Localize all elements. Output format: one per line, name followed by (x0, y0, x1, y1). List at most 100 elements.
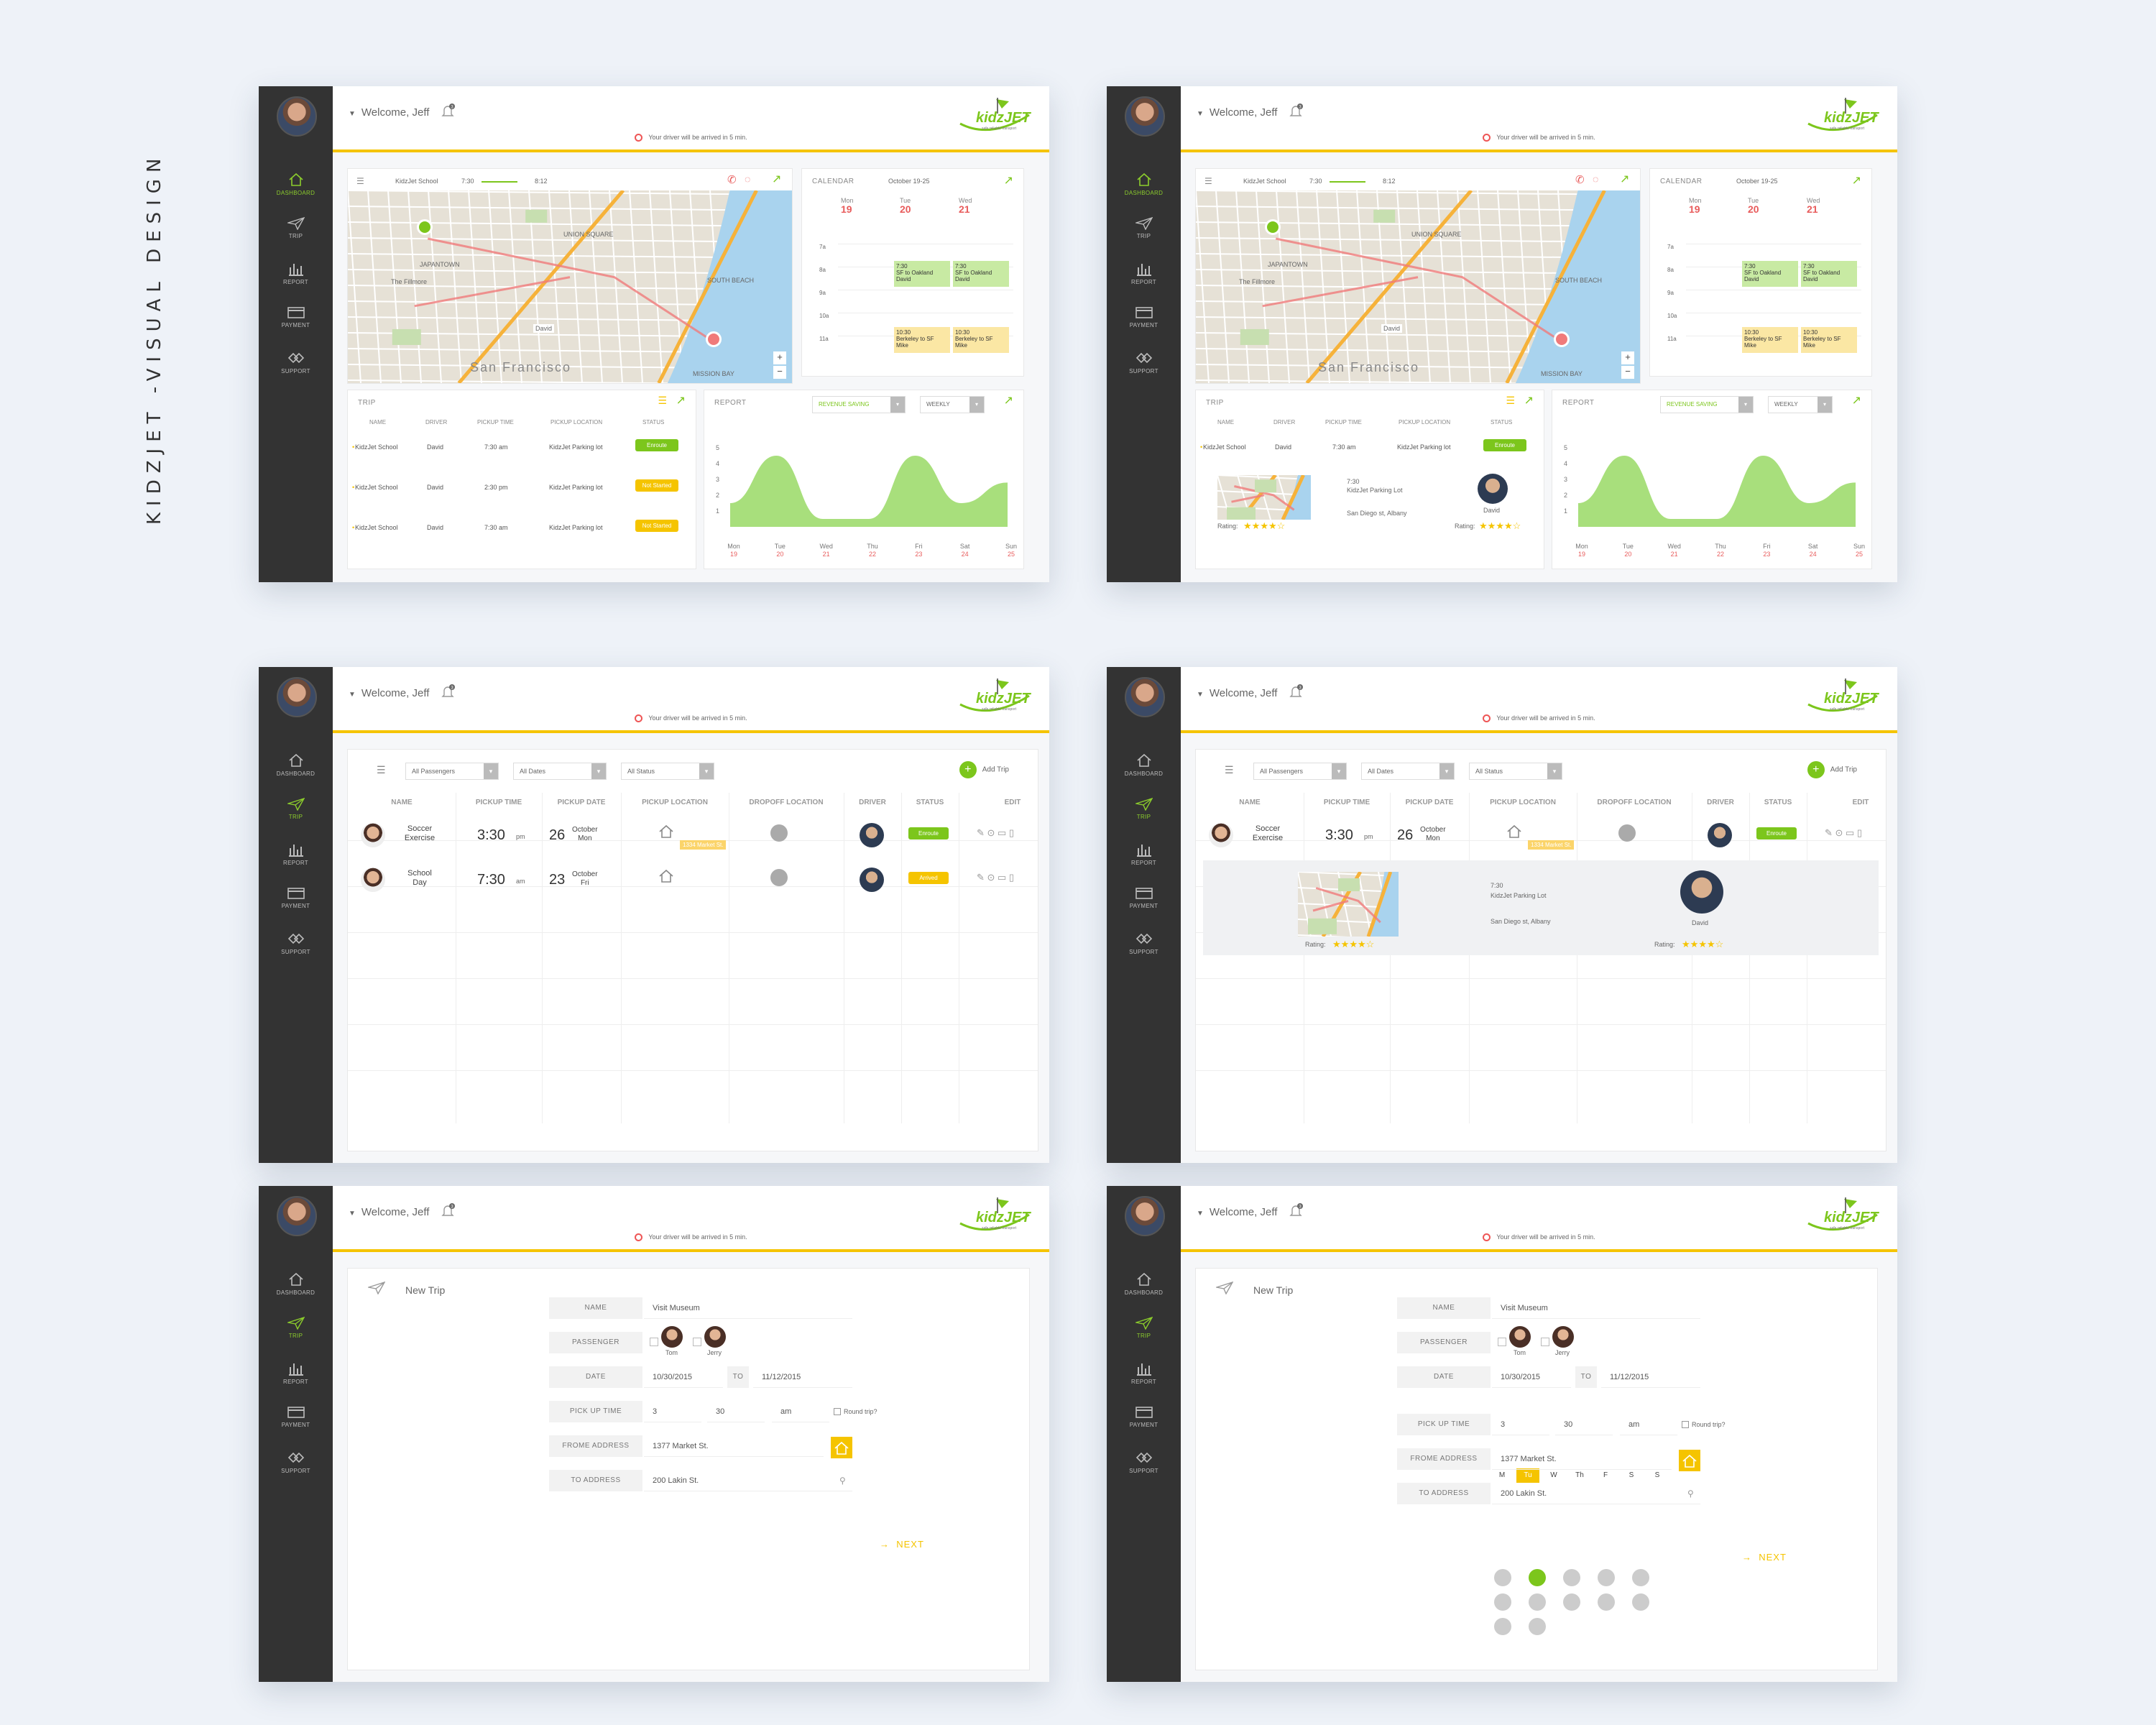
calendar-event[interactable]: 7:30 SF to Oakland David (1801, 261, 1857, 287)
sidebar-item-dashboard[interactable]: DASHBOARD (259, 753, 333, 792)
passenger-checkbox[interactable] (693, 1338, 701, 1346)
sidebar-item-dashboard[interactable]: DASHBOARD (259, 172, 333, 211)
welcome-menu[interactable]: ▼ Welcome, Jeff (349, 1206, 429, 1218)
expand-icon[interactable]: ↗ (772, 172, 781, 186)
expand-icon[interactable]: ↗ (676, 393, 686, 408)
sidebar-item-report[interactable]: REPORT (1107, 842, 1181, 881)
filter-dropdown[interactable]: All Status (621, 763, 714, 780)
time-slider[interactable] (1330, 181, 1365, 183)
add-trip-button[interactable]: + Add Trip (1807, 761, 1857, 778)
table-row[interactable]: • KidzJet School David 2:30 pm KidzJet P… (348, 472, 696, 504)
edit-icon[interactable]: ✎ ⊙ ▭ ▯ (977, 827, 1014, 839)
weekday-chip[interactable]: S (1620, 1468, 1643, 1483)
bell-icon[interactable]: 3 (441, 104, 456, 119)
sidebar-item-dashboard[interactable]: DASHBOARD (1107, 172, 1181, 211)
bell-icon[interactable]: 3 (1289, 104, 1304, 119)
expand-icon[interactable]: ↗ (1852, 393, 1861, 408)
zoom-out-button[interactable]: − (773, 366, 786, 379)
minute-select[interactable]: 30 (707, 1401, 765, 1422)
expand-icon[interactable]: ↗ (1524, 393, 1534, 408)
home-button[interactable] (1679, 1450, 1700, 1471)
welcome-menu[interactable]: ▼ Welcome, Jeff (349, 106, 429, 119)
calendar-event[interactable]: 10:30 Berkeley to SF Mike (1742, 327, 1798, 353)
zoom-in-button[interactable]: + (1621, 351, 1634, 364)
filter-icon[interactable]: ☰ (1204, 176, 1212, 186)
name-input[interactable]: Visit Museum (644, 1297, 852, 1319)
weekday-chip[interactable]: W (1542, 1468, 1565, 1483)
route-map[interactable]: The Fillmore San Francisco SOUTH BEACH U… (348, 190, 792, 383)
filter-dropdown[interactable]: All Passengers (405, 763, 499, 780)
place-type-icon[interactable] (1529, 1593, 1546, 1611)
time-slider[interactable] (482, 181, 517, 183)
calendar-event[interactable]: 7:30 SF to Oakland David (953, 261, 1009, 287)
sidebar-item-support[interactable]: SUPPORT (1107, 351, 1181, 390)
sidebar-item-payment[interactable]: PAYMENT (259, 306, 333, 345)
passenger-checkbox[interactable] (1541, 1338, 1549, 1346)
calendar-event[interactable]: 7:30 SF to Oakland David (894, 261, 950, 287)
series-dropdown[interactable]: REVENUE SAVING (1660, 396, 1754, 413)
place-type-icon[interactable] (1529, 1618, 1546, 1635)
table-row[interactable]: • KidzJet School David 7:30 am KidzJet P… (1196, 432, 1544, 464)
bell-icon[interactable]: 3 (1289, 684, 1304, 700)
place-type-icon[interactable] (1632, 1569, 1649, 1586)
sidebar-item-trip[interactable]: TRIP (1107, 1317, 1181, 1356)
sidebar-item-payment[interactable]: PAYMENT (1107, 306, 1181, 345)
expand-icon[interactable]: ↗ (1004, 393, 1013, 408)
sidebar-item-dashboard[interactable]: DASHBOARD (1107, 753, 1181, 792)
table-row[interactable]: • KidzJet School David 7:30 am KidzJet P… (348, 512, 696, 544)
edit-icon[interactable]: ✎ ⊙ ▭ ▯ (1825, 827, 1862, 839)
place-type-icon[interactable] (1598, 1569, 1615, 1586)
chat-icon[interactable]: ◌ (1593, 173, 1598, 185)
place-type-icon[interactable] (1563, 1569, 1580, 1586)
place-type-icon[interactable] (1494, 1618, 1511, 1635)
destination-pin-icon[interactable] (706, 331, 722, 347)
sidebar-item-report[interactable]: REPORT (259, 262, 333, 300)
phone-icon[interactable]: ✆ (727, 173, 737, 186)
place-type-icon[interactable] (1494, 1569, 1511, 1586)
calendar-day[interactable]: Wed 21 (959, 196, 972, 215)
list-icon[interactable]: ☰ (1506, 395, 1515, 407)
filter-dropdown[interactable]: All Dates (1361, 763, 1455, 780)
table-row[interactable]: Soccer Exercise 3:30 pm 26 October Mon 133… (1196, 816, 1886, 856)
minute-select[interactable]: 30 (1555, 1414, 1613, 1435)
sidebar-item-trip[interactable]: TRIP (259, 798, 333, 837)
bell-icon[interactable]: 3 (441, 684, 456, 700)
sidebar-item-payment[interactable]: PAYMENT (1107, 1406, 1181, 1445)
next-button[interactable]: → NEXT (1742, 1552, 1787, 1563)
welcome-menu[interactable]: ▼ Welcome, Jeff (349, 687, 429, 699)
filter-icon[interactable]: ☰ (1225, 764, 1234, 776)
date-from-input[interactable]: 10/30/2015 (1492, 1366, 1571, 1388)
expand-icon[interactable]: ↗ (1852, 173, 1861, 188)
place-type-icon[interactable] (1529, 1569, 1546, 1586)
pickup-pin-icon[interactable] (417, 219, 433, 235)
avatar[interactable] (1125, 1196, 1165, 1236)
calendar-day[interactable]: Wed 21 (1807, 196, 1820, 215)
round-trip-checkbox[interactable] (1682, 1421, 1689, 1428)
place-type-icon[interactable] (1632, 1593, 1649, 1611)
avatar[interactable] (1125, 96, 1165, 137)
location-pin-icon[interactable]: ⚲ (1687, 1489, 1694, 1499)
calendar-event[interactable]: 7:30 SF to Oakland David (1742, 261, 1798, 287)
welcome-menu[interactable]: ▼ Welcome, Jeff (1197, 687, 1277, 699)
table-row[interactable]: • KidzJet School David 7:30 am KidzJet P… (348, 432, 696, 464)
to-address-input[interactable]: 200 Lakin St. (1492, 1483, 1700, 1504)
place-type-icon[interactable] (1598, 1593, 1615, 1611)
filter-dropdown[interactable]: All Dates (513, 763, 607, 780)
welcome-menu[interactable]: ▼ Welcome, Jeff (1197, 1206, 1277, 1218)
sidebar-item-support[interactable]: SUPPORT (259, 932, 333, 970)
sidebar-item-trip[interactable]: TRIP (259, 1317, 333, 1356)
zoom-out-button[interactable]: − (1621, 366, 1634, 379)
weekday-chip[interactable]: Th (1568, 1468, 1591, 1483)
chat-icon[interactable]: ◌ (745, 173, 750, 185)
sidebar-item-trip[interactable]: TRIP (1107, 217, 1181, 256)
sidebar-item-trip[interactable]: TRIP (259, 217, 333, 256)
pickup-pin-icon[interactable] (1265, 219, 1281, 235)
sidebar-item-dashboard[interactable]: DASHBOARD (259, 1272, 333, 1311)
place-type-icon[interactable] (1494, 1593, 1511, 1611)
place-type-icon[interactable] (1563, 1593, 1580, 1611)
sidebar-item-support[interactable]: SUPPORT (1107, 1450, 1181, 1489)
passenger-checkbox[interactable] (650, 1338, 658, 1346)
edit-icon[interactable]: ✎ ⊙ ▭ ▯ (977, 872, 1014, 883)
zoom-in-button[interactable]: + (773, 351, 786, 364)
date-to-input[interactable]: 11/12/2015 (1601, 1366, 1700, 1388)
